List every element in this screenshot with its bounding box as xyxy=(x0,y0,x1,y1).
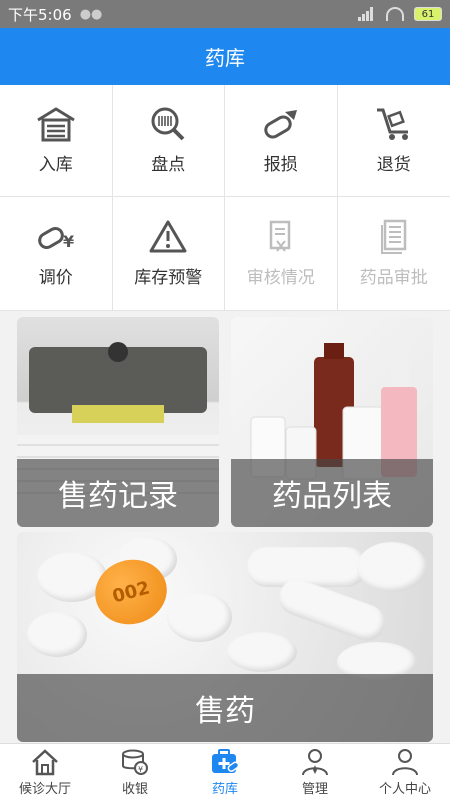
signal-icon xyxy=(358,7,376,21)
home-icon xyxy=(32,748,58,775)
inventory-scan-icon xyxy=(151,107,185,141)
tab-label: 药库 xyxy=(211,781,238,797)
tab-cashier[interactable]: ¥ 收银 xyxy=(90,744,180,800)
feature-cards: 售药记录 药品列表 002 售药 xyxy=(0,311,450,743)
medkit-icon xyxy=(212,748,240,773)
grid-label: 入库 xyxy=(38,155,73,175)
pill-image xyxy=(167,592,232,642)
page-header: 药库 xyxy=(0,28,450,85)
card-label: 售药 xyxy=(17,674,433,742)
bottom-tab-bar: 候诊大厅 ¥ 收银 药库 管理 个人中心 xyxy=(0,743,450,800)
grid-label: 退货 xyxy=(376,155,411,175)
tab-management[interactable]: 管理 xyxy=(270,744,360,800)
pill-image xyxy=(27,612,87,657)
card-label: 售药记录 xyxy=(17,459,219,527)
battery-icon: 61 xyxy=(414,7,442,21)
grid-item-return[interactable]: 退货 xyxy=(337,85,450,197)
cashier-icon: ¥ xyxy=(122,749,148,775)
wechat-icon: ●● xyxy=(79,6,103,22)
status-bar: 下午5:06 ●● 61 xyxy=(0,0,450,28)
review-status-icon xyxy=(269,220,290,252)
grid-item-price-adjust[interactable]: ¥ 调价 xyxy=(0,197,113,311)
pill-image xyxy=(227,632,297,672)
grid-item-review-status[interactable]: 审核情况 xyxy=(225,197,338,311)
tab-label: 管理 xyxy=(301,781,328,797)
return-cart-icon xyxy=(376,108,408,140)
pill-image xyxy=(357,542,427,592)
status-time: 下午5:06 xyxy=(8,5,72,24)
tab-waiting-hall[interactable]: 候诊大厅 xyxy=(0,744,90,800)
grid-label: 药品审批 xyxy=(359,268,428,288)
user-icon xyxy=(392,748,418,775)
warning-icon xyxy=(149,220,187,253)
grid-label: 调价 xyxy=(38,268,73,288)
grid-label: 盘点 xyxy=(151,155,186,175)
grid-label: 审核情况 xyxy=(246,268,315,288)
grid-label: 库存预警 xyxy=(134,268,203,288)
approval-doc-icon xyxy=(380,219,406,254)
grid-item-stock-warning[interactable]: 库存预警 xyxy=(112,197,225,311)
grid-item-damage-report[interactable]: 报损 xyxy=(225,85,338,197)
tab-label: 收银 xyxy=(121,781,148,797)
grid-label: 报损 xyxy=(263,155,298,175)
svg-text:¥: ¥ xyxy=(63,232,74,251)
manager-icon xyxy=(302,748,328,775)
card-label: 药品列表 xyxy=(231,459,433,527)
page-title: 药库 xyxy=(205,46,245,70)
wifi-icon xyxy=(386,7,404,21)
card-drug-list[interactable]: 药品列表 xyxy=(231,317,433,527)
grid-item-stock-in[interactable]: 入库 xyxy=(0,85,113,197)
grid-item-inventory[interactable]: 盘点 xyxy=(112,85,225,197)
function-grid: 入库 盘点 报损 退货 ¥ 调价 库存预警 审核情况 药品审批 xyxy=(0,85,450,311)
tab-label: 个人中心 xyxy=(378,781,431,797)
damaged-pill-icon xyxy=(264,110,297,139)
warehouse-icon xyxy=(36,107,75,142)
grid-item-drug-approval[interactable]: 药品审批 xyxy=(337,197,450,311)
card-sell-drugs[interactable]: 002 售药 xyxy=(17,532,433,742)
svg-text:¥: ¥ xyxy=(138,765,143,774)
card-sales-records[interactable]: 售药记录 xyxy=(17,317,219,527)
price-adjust-icon: ¥ xyxy=(37,227,74,251)
tab-label: 候诊大厅 xyxy=(18,781,71,797)
tab-personal-center[interactable]: 个人中心 xyxy=(360,744,450,800)
tab-pharmacy[interactable]: 药库 xyxy=(180,744,270,800)
